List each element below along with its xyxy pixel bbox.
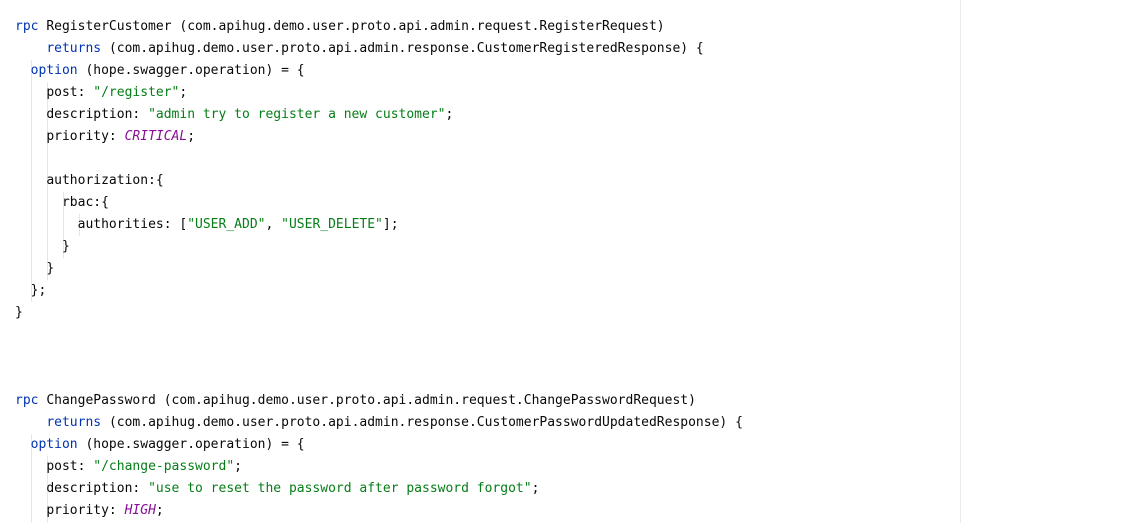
close-option: };	[30, 283, 47, 298]
priority-key: priority:	[46, 129, 125, 144]
code-line[interactable]: }	[15, 236, 70, 258]
semicolon: ;	[234, 459, 242, 474]
priority-key: priority:	[46, 503, 125, 518]
close-brace: }	[46, 261, 55, 276]
rpc-keyword: rpc	[15, 19, 39, 34]
authorities-close: ];	[382, 217, 399, 232]
returns-keyword: returns	[46, 415, 102, 430]
semicolon: ;	[187, 129, 196, 144]
authority-separator: ,	[265, 217, 282, 232]
code-line[interactable]: returns (com.apihug.demo.user.proto.api.…	[15, 38, 704, 60]
code-line[interactable]: }	[15, 258, 54, 280]
code-line[interactable]: priority: CRITICAL;	[15, 126, 195, 148]
code-line[interactable]: priority: HIGH;	[15, 500, 164, 522]
close-brace: }	[61, 239, 70, 254]
close-brace: }	[15, 305, 23, 320]
code-line[interactable]: rbac:{	[15, 192, 109, 214]
priority-value: CRITICAL	[124, 129, 188, 144]
semicolon: ;	[531, 481, 540, 496]
semicolon: ;	[155, 503, 164, 518]
option-value: (hope.swagger.operation) = {	[85, 63, 305, 78]
code-line[interactable]: description: "admin try to register a ne…	[15, 104, 453, 126]
right-margin-guide	[960, 0, 961, 523]
code-line[interactable]: returns (com.apihug.demo.user.proto.api.…	[15, 412, 743, 434]
rpc-keyword: rpc	[15, 393, 39, 408]
response-type: (com.apihug.demo.user.proto.api.admin.re…	[108, 415, 743, 430]
authority-1: "USER_ADD"	[187, 217, 266, 232]
post-value: "/change-password"	[93, 459, 235, 474]
description-key: description:	[46, 481, 149, 496]
code-line[interactable]: option (hope.swagger.operation) = {	[15, 434, 305, 456]
code-line[interactable]: description: "use to reset the password …	[15, 478, 539, 500]
description-value: "use to reset the password after passwor…	[148, 481, 532, 496]
returns-keyword: returns	[46, 41, 102, 56]
code-line[interactable]: }	[15, 302, 23, 324]
code-line[interactable]: authorization:{	[15, 170, 164, 192]
code-line[interactable]: option (hope.swagger.operation) = {	[15, 60, 305, 82]
code-line[interactable]: post: "/register";	[15, 82, 187, 104]
authorities-key: authorities: [	[77, 217, 188, 232]
authority-2: "USER_DELETE"	[281, 217, 383, 232]
code-line[interactable]: };	[15, 280, 47, 302]
description-value: "admin try to register a new customer"	[148, 107, 446, 122]
code-line[interactable]: rpc ChangePassword (com.apihug.demo.user…	[15, 390, 696, 412]
post-value: "/register"	[93, 85, 180, 100]
code-line[interactable]: authorities: ["USER_ADD", "USER_DELETE"]…	[15, 214, 399, 236]
description-key: description:	[46, 107, 149, 122]
rpc-name: RegisterCustomer	[46, 19, 172, 34]
authorization-open: authorization:{	[46, 173, 164, 188]
code-editor[interactable]: rpc RegisterCustomer (com.apihug.demo.us…	[0, 0, 1134, 523]
code-line[interactable]: post: "/change-password";	[15, 456, 242, 478]
response-type: (com.apihug.demo.user.proto.api.admin.re…	[108, 41, 704, 56]
request-type: (com.apihug.demo.user.proto.api.admin.re…	[179, 19, 665, 34]
semicolon: ;	[179, 85, 188, 100]
post-key: post:	[46, 459, 94, 474]
rpc-name: ChangePassword	[46, 393, 156, 408]
rbac-open: rbac:{	[61, 195, 109, 210]
post-key: post:	[46, 85, 94, 100]
priority-value: HIGH	[124, 503, 156, 518]
option-value: (hope.swagger.operation) = {	[85, 437, 305, 452]
option-keyword: option	[30, 63, 78, 78]
code-line[interactable]: rpc RegisterCustomer (com.apihug.demo.us…	[15, 16, 665, 38]
option-keyword: option	[30, 437, 78, 452]
semicolon: ;	[445, 107, 454, 122]
request-type: (com.apihug.demo.user.proto.api.admin.re…	[163, 393, 696, 408]
